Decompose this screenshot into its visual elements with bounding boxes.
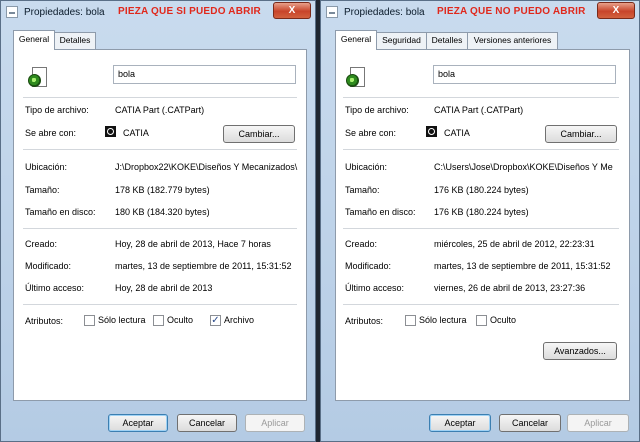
title-bar[interactable]: Propiedades: bola PIEZA QUE NO PUEDO ABR…	[321, 1, 639, 25]
separator	[23, 304, 297, 305]
archive-checkbox[interactable]: ✓	[210, 315, 221, 326]
location-value: J:\Dropbox22\KOKE\Diseños Y Mecanizados\	[115, 162, 298, 172]
hidden-label[interactable]: Oculto	[167, 315, 193, 325]
catpart-file-icon	[28, 67, 48, 89]
window-title: Propiedades: bola	[24, 7, 105, 18]
opens-with-label: Se abre con:	[345, 128, 397, 138]
attributes-label: Atributos:	[25, 316, 64, 326]
file-type-value: CATIA Part (.CATPart)	[434, 105, 524, 115]
size-label: Tamaño:	[25, 185, 60, 195]
attributes-label: Atributos:	[345, 316, 384, 326]
location-label: Ubicación:	[345, 162, 388, 172]
accessed-value: viernes, 26 de abril de 2013, 23:27:36	[434, 283, 586, 293]
separator	[343, 149, 619, 150]
annotation-label: PIEZA QUE NO PUEDO ABRIR	[437, 6, 586, 17]
separator	[343, 304, 619, 305]
created-value: Hoy, 28 de abril de 2013, Hace 7 horas	[115, 239, 271, 249]
catpart-file-icon	[346, 67, 366, 89]
created-value: miércoles, 25 de abril de 2012, 22:23:31	[434, 239, 595, 249]
modified-value: martes, 13 de septiembre de 2011, 15:31:…	[434, 261, 611, 271]
modified-label: Modificado:	[25, 261, 72, 271]
close-button[interactable]: X	[273, 2, 311, 19]
annotation-label: PIEZA QUE SI PUEDO ABRIR	[118, 6, 261, 17]
hidden-checkbox[interactable]	[153, 315, 164, 326]
tab-seguridad[interactable]: Seguridad	[376, 32, 427, 49]
created-label: Creado:	[345, 239, 378, 249]
tab-panel-general	[13, 49, 307, 401]
size-on-disk-value: 176 KB (180.224 bytes)	[434, 207, 529, 217]
tab-detalles[interactable]: Detalles	[426, 32, 468, 49]
catia-app-icon	[105, 126, 116, 137]
catia-app-icon	[426, 126, 437, 137]
location-label: Ubicación:	[25, 162, 68, 172]
accessed-label: Último acceso:	[345, 283, 405, 293]
hidden-checkbox[interactable]	[476, 315, 487, 326]
cancel-button[interactable]: Cancelar	[177, 414, 237, 432]
apply-button[interactable]: Aplicar	[245, 414, 305, 432]
tab-detalles[interactable]: Detalles	[54, 32, 96, 49]
file-name-input[interactable]: bola	[113, 65, 296, 84]
separator	[343, 97, 619, 98]
file-name-input[interactable]: bola	[433, 65, 616, 84]
opens-with-label: Se abre con:	[25, 128, 77, 138]
accessed-value: Hoy, 28 de abril de 2013	[115, 283, 213, 293]
separator	[23, 228, 297, 229]
document-icon	[326, 6, 338, 18]
size-value: 176 KB (180.224 bytes)	[434, 185, 529, 195]
properties-dialog-left: Propiedades: bola PIEZA QUE SI PUEDO ABR…	[0, 0, 316, 442]
document-icon	[6, 6, 18, 18]
title-bar[interactable]: Propiedades: bola PIEZA QUE SI PUEDO ABR…	[1, 1, 315, 25]
tab-general[interactable]: General	[335, 30, 377, 50]
modified-value: martes, 13 de septiembre de 2011, 15:31:…	[115, 261, 292, 271]
accessed-label: Último acceso:	[25, 283, 85, 293]
tab-versiones-anteriores[interactable]: Versiones anteriores	[467, 32, 558, 49]
tab-general[interactable]: General	[13, 30, 55, 50]
location-value: C:\Users\Jose\Dropbox\KOKE\Diseños Y Me	[434, 162, 613, 172]
change-button[interactable]: Cambiar...	[545, 125, 617, 143]
file-type-value: CATIA Part (.CATPart)	[115, 105, 205, 115]
opens-with-value: CATIA	[444, 128, 470, 138]
separator	[23, 149, 297, 150]
modified-label: Modificado:	[345, 261, 392, 271]
size-on-disk-label: Tamaño en disco:	[25, 207, 96, 217]
change-button[interactable]: Cambiar...	[223, 125, 295, 143]
file-type-label: Tipo de archivo:	[345, 105, 409, 115]
separator	[343, 228, 619, 229]
hidden-label[interactable]: Oculto	[490, 315, 516, 325]
read-only-checkbox[interactable]	[405, 315, 416, 326]
cancel-button[interactable]: Cancelar	[499, 414, 561, 432]
opens-with-value: CATIA	[123, 128, 149, 138]
size-value: 178 KB (182.779 bytes)	[115, 185, 210, 195]
size-on-disk-label: Tamaño en disco:	[345, 207, 416, 217]
created-label: Creado:	[25, 239, 58, 249]
close-button[interactable]: X	[597, 2, 635, 19]
file-type-label: Tipo de archivo:	[25, 105, 89, 115]
advanced-button[interactable]: Avanzados...	[543, 342, 617, 360]
window-title: Propiedades: bola	[344, 7, 425, 18]
apply-button[interactable]: Aplicar	[567, 414, 629, 432]
properties-dialog-right: Propiedades: bola PIEZA QUE NO PUEDO ABR…	[320, 0, 640, 442]
size-label: Tamaño:	[345, 185, 380, 195]
size-on-disk-value: 180 KB (184.320 bytes)	[115, 207, 210, 217]
separator	[23, 97, 297, 98]
archive-label[interactable]: Archivo	[224, 315, 254, 325]
read-only-label[interactable]: Sólo lectura	[98, 315, 146, 325]
ok-button[interactable]: Aceptar	[108, 414, 168, 432]
read-only-checkbox[interactable]	[84, 315, 95, 326]
read-only-label[interactable]: Sólo lectura	[419, 315, 467, 325]
ok-button[interactable]: Aceptar	[429, 414, 491, 432]
